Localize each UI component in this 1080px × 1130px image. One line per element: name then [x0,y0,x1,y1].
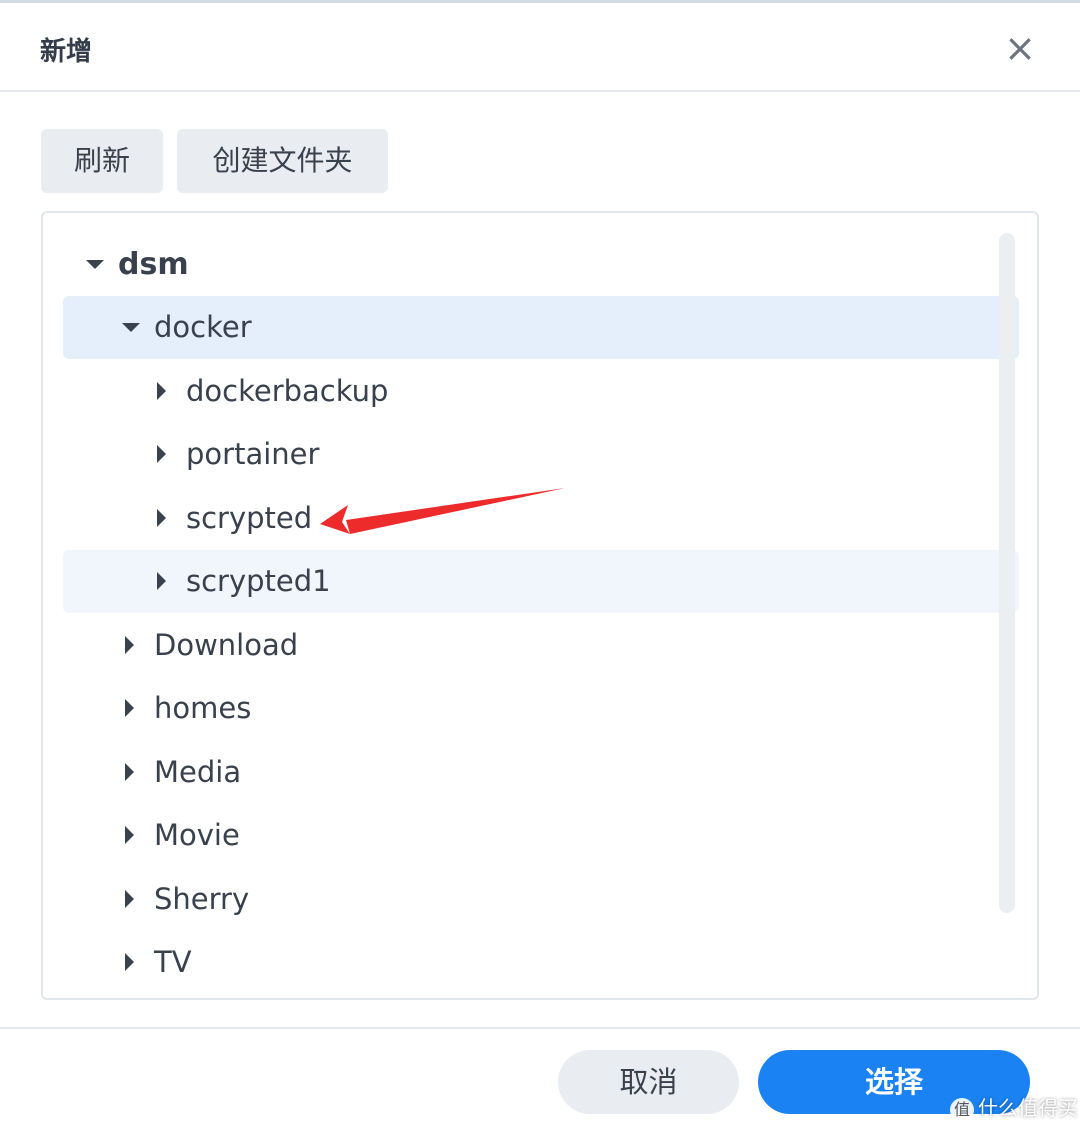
caret-right-icon[interactable] [153,360,173,423]
caret-right-icon[interactable] [153,423,173,486]
tree-node-label: dockerbackup [186,374,389,408]
tree-node-movie[interactable]: Movie [63,804,1019,867]
tree-node-label: Sherry [154,882,250,916]
tree-node-label: dsm [118,247,189,282]
dialog-header: 新增 × [0,3,1080,92]
tree-node-tv[interactable]: TV [63,931,1019,994]
tree-node-docker[interactable]: docker [63,296,1019,359]
caret-right-icon[interactable] [121,804,141,867]
caret-right-icon[interactable] [153,487,173,550]
caret-right-icon[interactable] [121,677,141,740]
folder-tree: dsm docker dockerbackup portainer scrypt… [41,211,1039,1000]
caret-down-icon[interactable] [122,296,142,359]
tree-node-homes[interactable]: homes [63,677,1019,740]
folder-picker-dialog: 新增 × 刷新 创建文件夹 dsm docker dockerbackup po… [0,0,1080,1130]
cancel-button[interactable]: 取消 [558,1050,739,1114]
tree-node-scrypted[interactable]: scrypted [63,487,1019,550]
caret-right-icon[interactable] [121,931,141,994]
refresh-button[interactable]: 刷新 [41,129,163,193]
tree-node-portainer[interactable]: portainer [63,423,1019,486]
tree-node-label: Movie [154,818,240,852]
close-icon[interactable]: × [1000,29,1040,69]
vertical-scrollbar[interactable] [999,233,1015,913]
tree-node-download[interactable]: Download [63,614,1019,677]
tree-node-label: TV [154,945,192,979]
tree-node-label: homes [154,691,252,725]
tree-node-dockerbackup[interactable]: dockerbackup [63,360,1019,423]
watermark: 值什么值得买 [950,1093,1078,1123]
tree-node-label: scrypted [186,501,313,535]
tree-node-label: scrypted1 [186,564,331,598]
tree-node-sherry[interactable]: Sherry [63,868,1019,931]
tree-node-scrypted1[interactable]: scrypted1 [63,550,1019,613]
tree-node-label: portainer [186,437,320,471]
tree-node-dsm[interactable]: dsm [63,233,1019,296]
create-folder-button[interactable]: 创建文件夹 [177,129,388,193]
tree-node-label: docker [154,310,252,344]
caret-right-icon[interactable] [153,550,173,613]
tree-node-media[interactable]: Media [63,741,1019,804]
tree-node-label: Download [154,628,299,662]
watermark-logo-icon: 值 [950,1097,974,1122]
caret-right-icon[interactable] [121,868,141,931]
caret-right-icon[interactable] [121,741,141,804]
tree-node-label: Media [154,755,242,789]
caret-right-icon[interactable] [121,614,141,677]
watermark-text: 什么值得买 [978,1096,1078,1120]
caret-down-icon[interactable] [86,233,106,296]
dialog-title: 新增 [40,37,93,67]
